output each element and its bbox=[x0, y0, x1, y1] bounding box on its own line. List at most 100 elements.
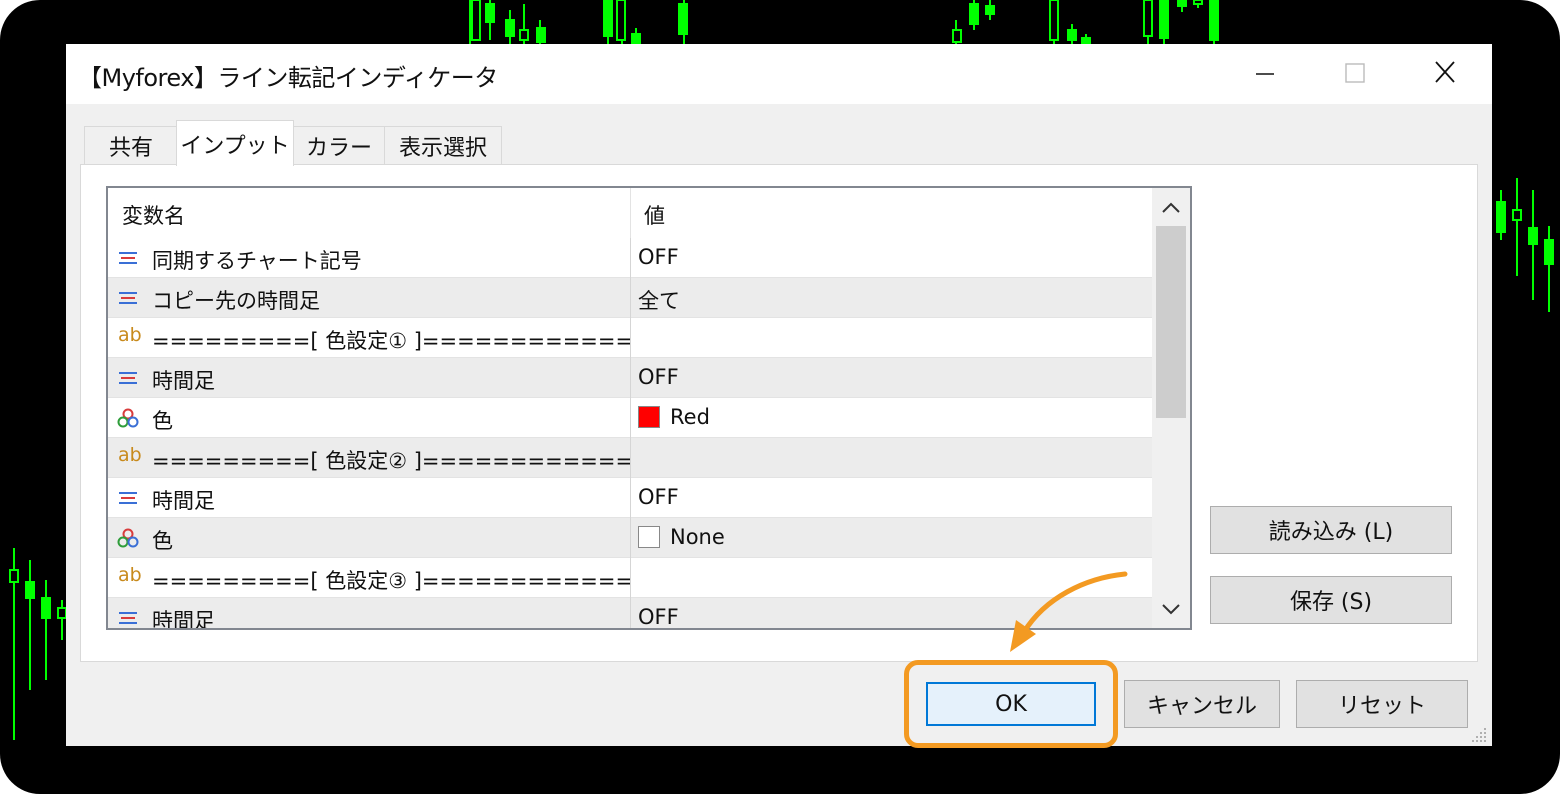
candle-body bbox=[536, 27, 546, 43]
candle-body bbox=[969, 3, 979, 25]
candle-body bbox=[471, 0, 481, 41]
candle-body bbox=[41, 597, 51, 619]
candle-body bbox=[1049, 0, 1059, 41]
cancel-button[interactable]: キャンセル bbox=[1124, 680, 1280, 728]
ab-icon-label: ab bbox=[118, 564, 142, 586]
scroll-down-button[interactable] bbox=[1152, 590, 1190, 628]
parameter-name: 時間足 bbox=[152, 609, 215, 630]
pointer-arrow-icon bbox=[1010, 571, 1128, 652]
cell-divider bbox=[630, 558, 631, 598]
scroll-thumb[interactable] bbox=[1156, 226, 1186, 418]
vertical-scrollbar[interactable] bbox=[1152, 188, 1190, 628]
scroll-up-button[interactable] bbox=[1152, 188, 1190, 226]
ab-string-icon: ab bbox=[116, 564, 142, 590]
candle-body bbox=[1159, 0, 1169, 39]
list-lines-icon bbox=[116, 246, 140, 270]
list-lines-icon bbox=[116, 366, 140, 390]
parameter-name: =========[ 色設定② ]============ bbox=[152, 449, 634, 473]
parameter-name: 時間足 bbox=[152, 369, 215, 393]
table-row[interactable]: ab =========[ 色設定① ]============ bbox=[108, 318, 1152, 358]
tab-display-select[interactable]: 表示選択 bbox=[384, 126, 502, 164]
table-row[interactable]: 時間足 OFF bbox=[108, 478, 1152, 518]
candle-body bbox=[1209, 0, 1219, 41]
ab-string-icon: ab bbox=[116, 444, 142, 470]
candle-body bbox=[1143, 0, 1153, 37]
close-button[interactable] bbox=[1400, 44, 1490, 104]
cell-divider bbox=[630, 238, 631, 278]
list-lines-icon bbox=[116, 486, 140, 510]
cell-divider bbox=[630, 398, 631, 438]
candle-body bbox=[1528, 227, 1538, 245]
candle-body bbox=[1512, 209, 1522, 221]
title-bar: 【Myforex】ライン転記インディケータ bbox=[66, 44, 1492, 104]
table-row[interactable]: 色 Red bbox=[108, 398, 1152, 438]
minimize-button[interactable] bbox=[1220, 44, 1310, 104]
parameter-name: コピー先の時間足 bbox=[152, 289, 320, 313]
parameter-name: 時間足 bbox=[152, 489, 215, 513]
candle-body bbox=[1496, 201, 1506, 233]
parameter-name: =========[ 色設定① ]============ bbox=[152, 329, 634, 353]
minimize-icon bbox=[1256, 73, 1274, 75]
table-row[interactable]: 同期するチャート記号 OFF bbox=[108, 238, 1152, 278]
parameter-value[interactable]: OFF bbox=[638, 365, 679, 389]
resize-grip-icon[interactable] bbox=[1470, 726, 1488, 744]
candle-body bbox=[985, 5, 995, 15]
color-swatch bbox=[638, 526, 660, 548]
parameter-value[interactable]: None bbox=[670, 525, 725, 549]
candle-body bbox=[505, 19, 515, 37]
list-lines-icon bbox=[116, 606, 140, 628]
parameter-name: =========[ 色設定③ ]============ bbox=[152, 569, 634, 593]
table-row[interactable]: コピー先の時間足 全て bbox=[108, 278, 1152, 318]
cell-divider bbox=[630, 278, 631, 318]
candle-body bbox=[1544, 239, 1554, 265]
candle-body bbox=[519, 29, 529, 41]
candle-body bbox=[603, 0, 613, 37]
ab-icon-label: ab bbox=[118, 444, 142, 466]
table-row[interactable]: 色 None bbox=[108, 518, 1152, 558]
tab-shared[interactable]: 共有 bbox=[84, 126, 178, 164]
candle-body bbox=[57, 607, 67, 619]
chart-background: 【Myforex】ライン転記インディケータ 共有 インプット カラー 表示選択 … bbox=[0, 0, 1560, 794]
candle-body bbox=[485, 3, 495, 23]
column-divider bbox=[630, 188, 631, 238]
chevron-down-icon bbox=[1162, 604, 1180, 615]
parameter-value[interactable]: OFF bbox=[638, 605, 679, 628]
cell-divider bbox=[630, 598, 631, 628]
reset-button[interactable]: リセット bbox=[1296, 680, 1468, 728]
column-header-variable: 変数名 bbox=[122, 204, 185, 228]
list-lines-icon bbox=[116, 286, 140, 310]
column-header-value: 値 bbox=[644, 204, 665, 228]
candle-body bbox=[25, 581, 35, 599]
cell-divider bbox=[630, 478, 631, 518]
maximize-icon bbox=[1345, 63, 1365, 83]
parameter-value[interactable]: 全て bbox=[638, 285, 680, 315]
save-button[interactable]: 保存 (S) bbox=[1210, 576, 1452, 624]
maximize-button[interactable] bbox=[1310, 44, 1400, 104]
tab-color[interactable]: カラー bbox=[292, 126, 386, 164]
cell-divider bbox=[630, 358, 631, 398]
chevron-up-icon bbox=[1162, 202, 1180, 213]
parameter-name: 同期するチャート記号 bbox=[152, 249, 362, 273]
candle-body bbox=[1193, 0, 1203, 5]
table-row[interactable]: 時間足 OFF bbox=[108, 358, 1152, 398]
parameter-name: 色 bbox=[152, 409, 173, 433]
cell-divider bbox=[630, 318, 631, 358]
window-title: 【Myforex】ライン転記インディケータ bbox=[78, 64, 498, 92]
tab-input[interactable]: インプット bbox=[176, 120, 294, 166]
load-button[interactable]: 読み込み (L) bbox=[1210, 506, 1452, 554]
color-circles-icon bbox=[116, 526, 140, 550]
table-row[interactable]: ab =========[ 色設定② ]============ bbox=[108, 438, 1152, 478]
parameter-value[interactable]: Red bbox=[670, 405, 710, 429]
candle-body bbox=[952, 29, 962, 43]
ok-button-highlight-frame bbox=[904, 660, 1118, 748]
cell-divider bbox=[630, 518, 631, 558]
color-swatch bbox=[638, 406, 660, 428]
candle-body bbox=[9, 569, 19, 583]
grid-header: 変数名 値 bbox=[108, 188, 1152, 238]
parameter-value[interactable]: OFF bbox=[638, 245, 679, 269]
close-icon bbox=[1435, 61, 1455, 83]
cell-divider bbox=[630, 438, 631, 478]
candle-body bbox=[1067, 29, 1077, 41]
ab-icon-label: ab bbox=[118, 324, 142, 346]
parameter-value[interactable]: OFF bbox=[638, 485, 679, 509]
